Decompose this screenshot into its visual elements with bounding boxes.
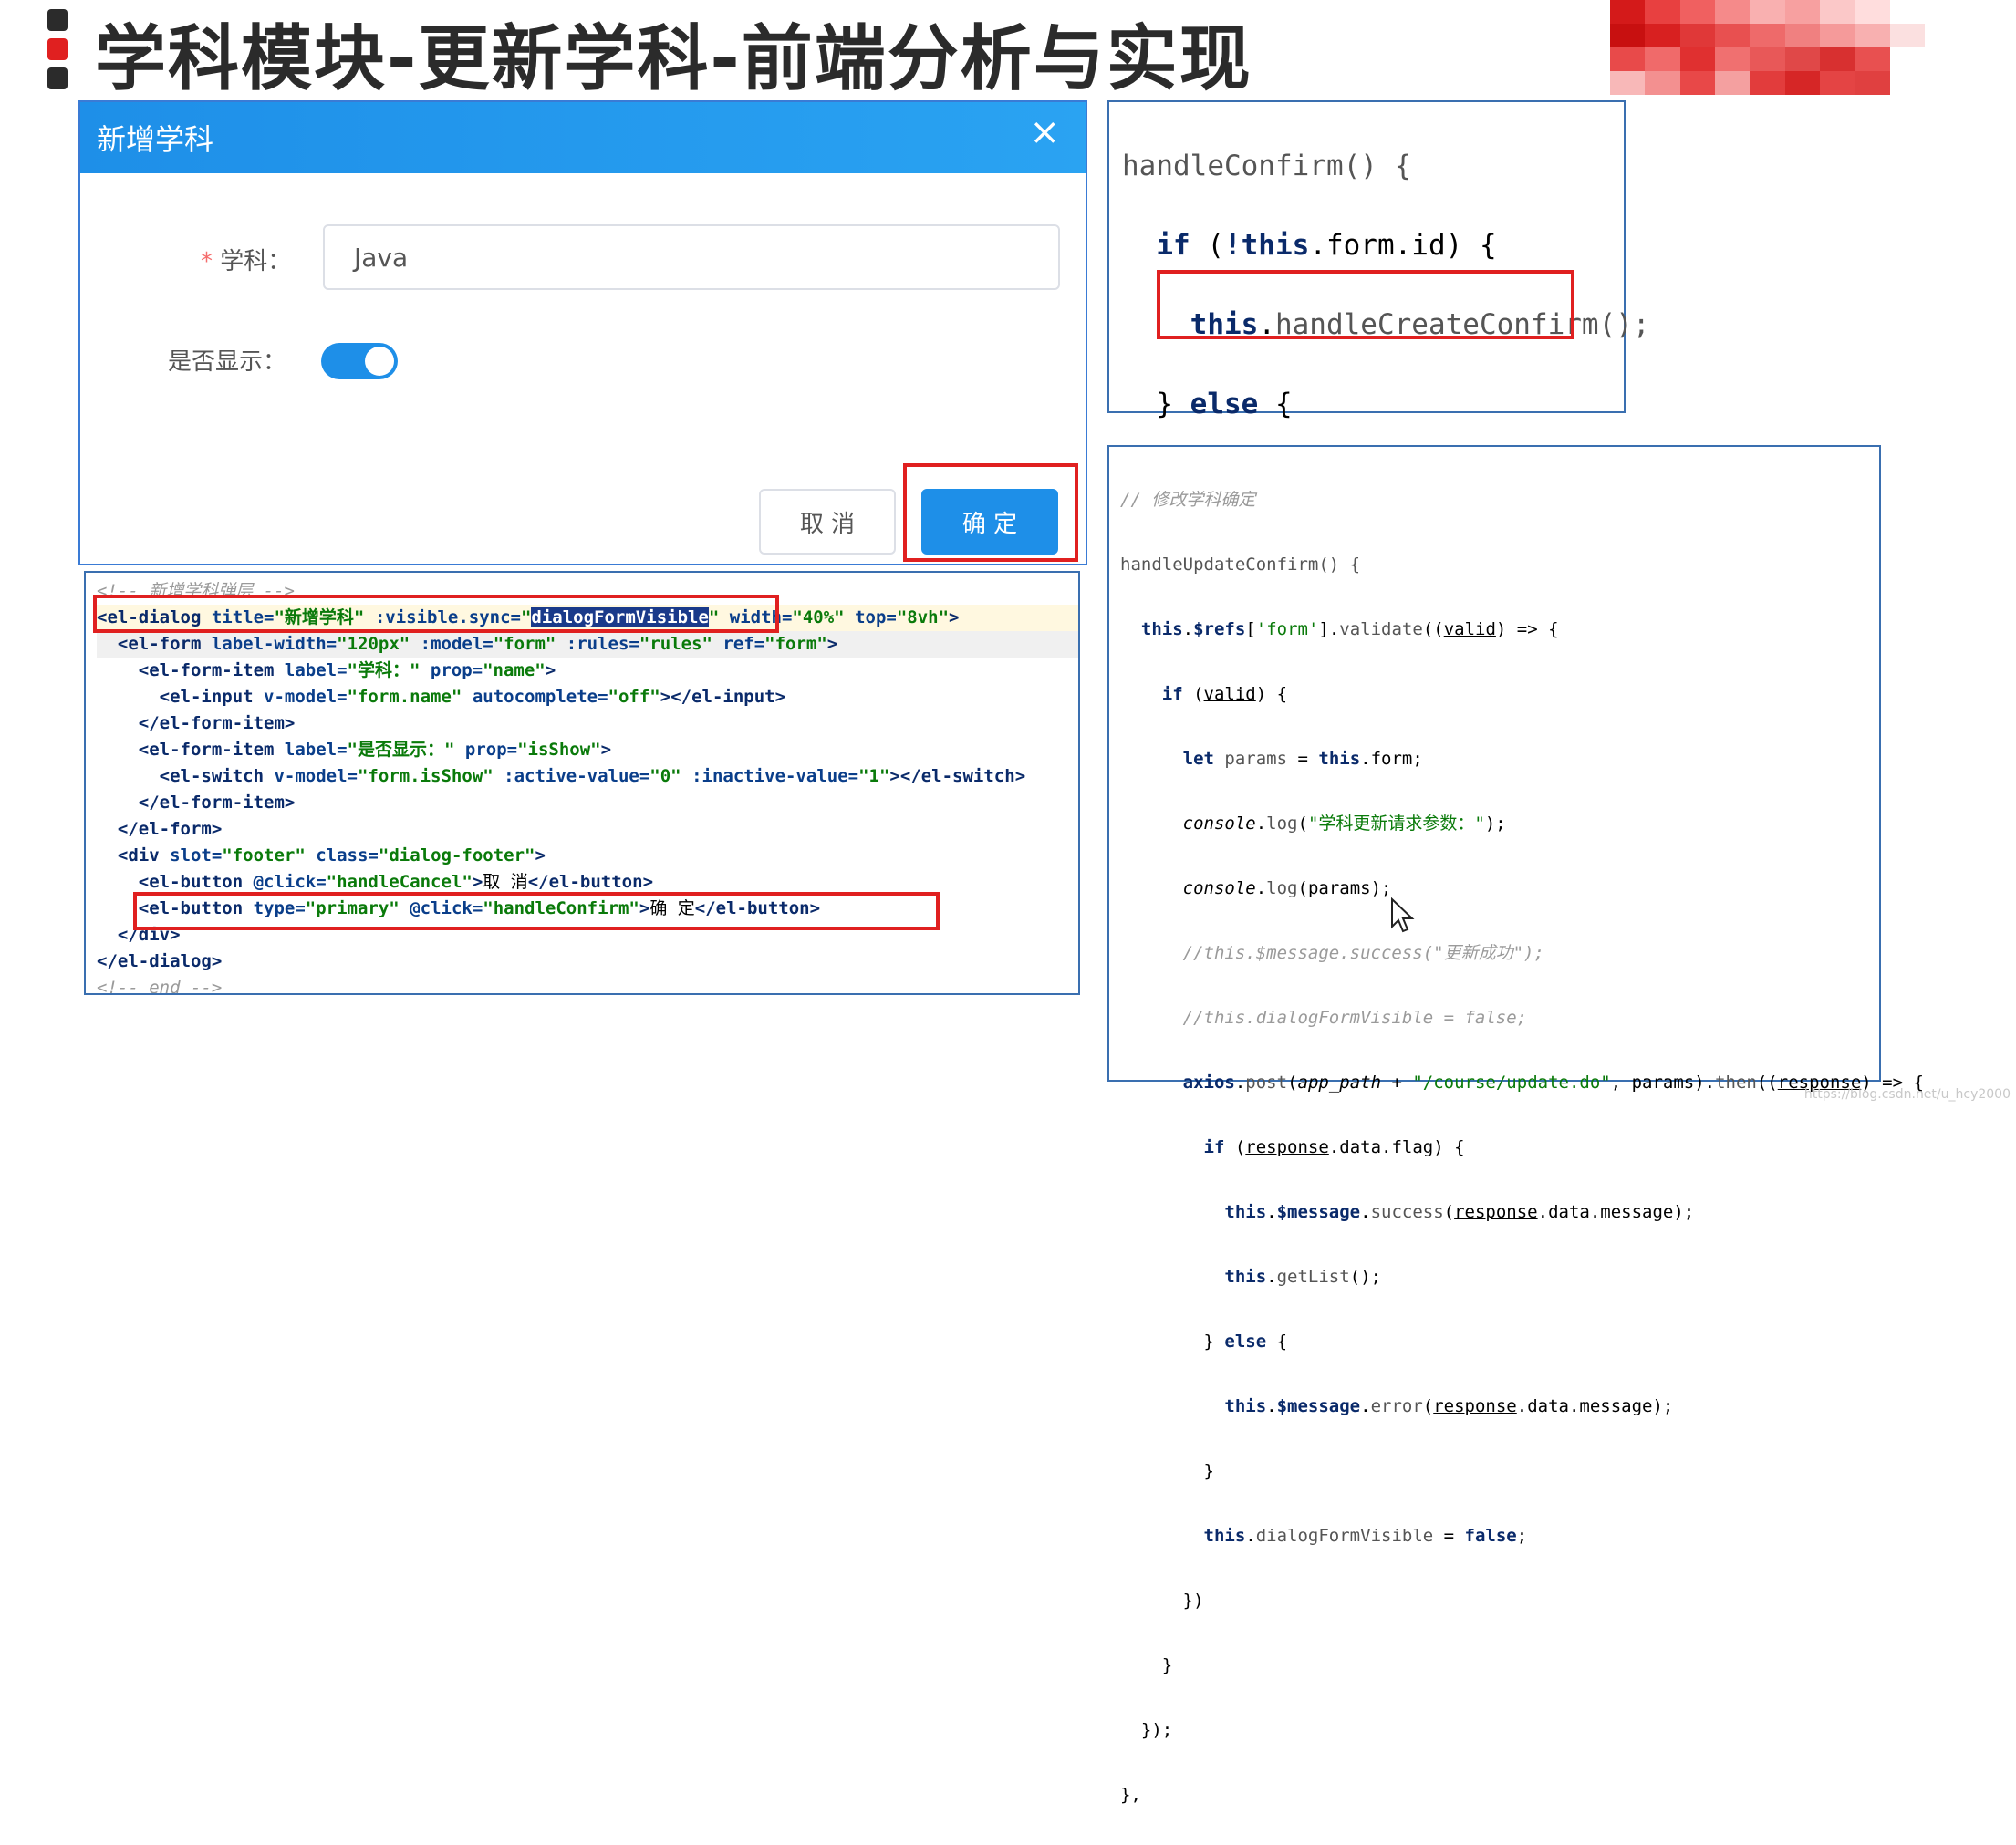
- code-line: //this.$message.success("更新成功");: [1120, 943, 1544, 963]
- code-line: });: [1120, 1720, 1173, 1740]
- code-line: this.dialogFormVisible = false;: [1203, 1526, 1528, 1546]
- logo-mosaic: [1610, 0, 1925, 95]
- code-line: if (valid) {: [1161, 684, 1288, 704]
- handle-confirm-code-panel: handleConfirm() { if (!this.form.id) { t…: [1107, 100, 1650, 658]
- mouse-cursor-icon: [1391, 897, 1415, 933]
- code-line: console.log("学科更新请求参数：");: [1182, 814, 1506, 834]
- code-line: } else {: [1122, 388, 1293, 420]
- add-subject-dialog: 新增学科 × * 学科： Java 是否显示： 取 消 确 定: [78, 100, 1087, 565]
- show-toggle-switch[interactable]: [321, 343, 398, 379]
- dialog-header: [80, 102, 1086, 173]
- confirm-button-code-highlight-box: [133, 892, 940, 930]
- code-line: handleUpdateConfirm() {: [1120, 555, 1361, 575]
- code-line: } else {: [1120, 1332, 1288, 1352]
- code-line: <el-switch v-model="form.isShow" :active…: [97, 766, 1026, 786]
- code-line: },: [1120, 1785, 1141, 1805]
- code-line: </el-form-item>: [97, 793, 296, 813]
- code-line: this.$message.error(response.data.messag…: [1224, 1396, 1674, 1416]
- watermark: https://blog.csdn.net/u_hcy2000: [1803, 1087, 2011, 1102]
- dialog-title: 新增学科: [97, 122, 214, 157]
- code-line: let params = this.form;: [1182, 749, 1423, 769]
- code-line: <!-- end -->: [97, 978, 223, 993]
- code-line: <el-form-item label="学科：" prop="name">: [97, 660, 556, 680]
- code-line: </el-form>: [97, 819, 223, 839]
- handle-update-confirm-code-panel: // 修改学科确定 handleUpdateConfirm() { this.$…: [1107, 445, 1924, 1805]
- dialog-template-code-panel: <!-- 新增学科弹层 --> <el-dialog title="新增学科" …: [84, 571, 1080, 995]
- code-line: // 修改学科确定: [1120, 490, 1256, 510]
- dialog-visible-highlight-box: [93, 595, 779, 633]
- code-line: handleConfirm() {: [1122, 150, 1412, 182]
- subject-field-label: * 学科：: [201, 243, 291, 276]
- code-line: }: [1120, 1461, 1214, 1481]
- code-line: axios.post(app_path + "/course/update.do…: [1182, 1073, 1924, 1093]
- code-line: console.log(params);: [1182, 878, 1392, 898]
- update-confirm-highlight-box: [1157, 270, 1574, 339]
- required-mark: *: [201, 248, 213, 275]
- subject-label-text: 学科：: [220, 248, 292, 275]
- code-line: if (response.data.flag) {: [1203, 1137, 1465, 1157]
- confirm-highlight-box: [903, 463, 1078, 562]
- code-line: <el-form label-width="120px" :model="for…: [97, 631, 1078, 658]
- show-switch-label: 是否显示：: [168, 348, 287, 376]
- code-line: this.$message.success(response.data.mess…: [1224, 1202, 1695, 1222]
- code-line: if (!this.form.id) {: [1156, 229, 1497, 262]
- code-line: </el-form-item>: [97, 713, 296, 733]
- bullet-square: [47, 38, 68, 60]
- title-bullets: [47, 9, 68, 97]
- code-line: <div slot="footer" class="dialog-footer"…: [97, 845, 546, 865]
- code-line: <el-input v-model="form.name" autocomple…: [97, 687, 786, 707]
- subject-input[interactable]: Java: [323, 224, 1060, 290]
- code-line: </el-dialog>: [97, 951, 223, 971]
- code-line: //this.dialogFormVisible = false;: [1120, 1008, 1528, 1028]
- code-line: }): [1120, 1591, 1204, 1611]
- switch-knob: [365, 347, 394, 376]
- code-line: this.getList();: [1224, 1267, 1382, 1287]
- close-icon[interactable]: ×: [1029, 111, 1060, 153]
- bullet-square: [47, 9, 68, 31]
- cancel-button[interactable]: 取 消: [759, 489, 896, 555]
- bullet-square: [47, 67, 68, 89]
- code-line: }: [1120, 1655, 1173, 1675]
- code-line: <el-form-item label="是否显示：" prop="isShow…: [97, 740, 612, 760]
- code-line: this.$refs['form'].validate((valid) => {: [1140, 619, 1559, 639]
- page-title: 学科模块-更新学科-前端分析与实现: [95, 18, 1252, 100]
